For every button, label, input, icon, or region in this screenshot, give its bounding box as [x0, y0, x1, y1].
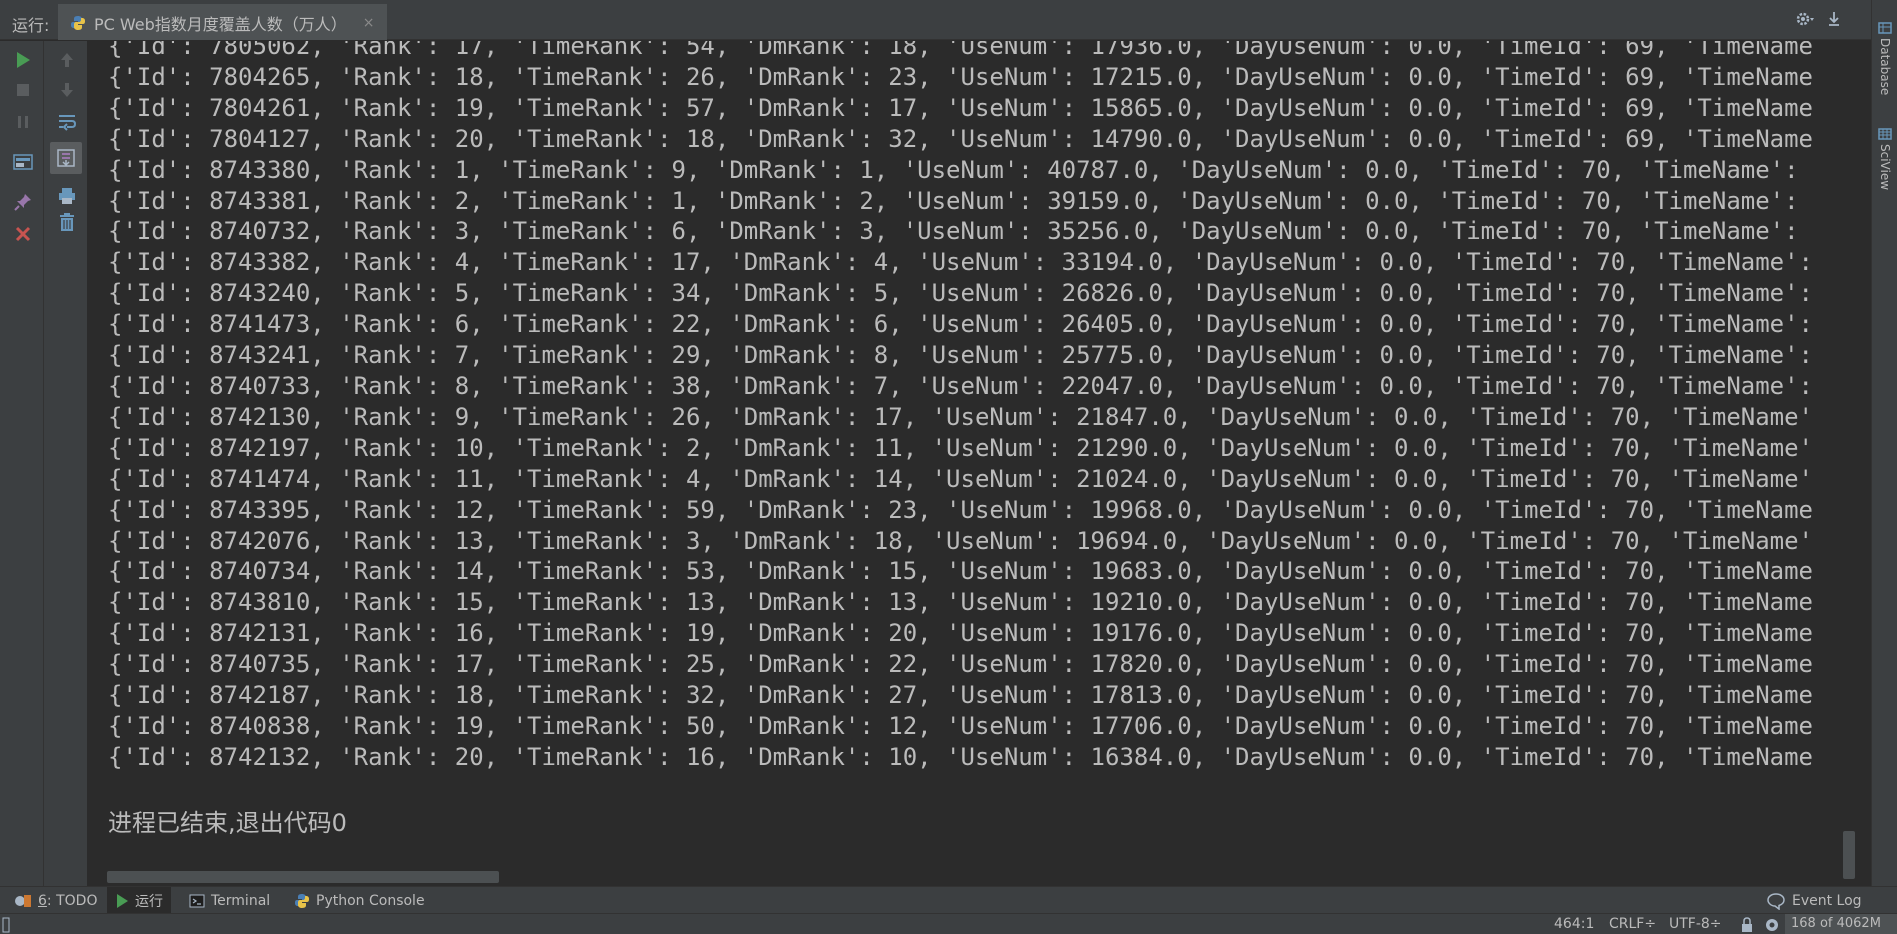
run-config-tab[interactable]: PC Web指数月度覆盖人数（万人） ×	[58, 4, 387, 40]
console-line: {'Id': 8742132, 'Rank': 20, 'TimeRank': …	[108, 742, 1814, 771]
console-line: {'Id': 8742130, 'Rank': 9, 'TimeRank': 2…	[108, 402, 1814, 431]
console-line: {'Id': 8742131, 'Rank': 16, 'TimeRank': …	[108, 619, 1814, 648]
pin-tab-button[interactable]	[12, 191, 34, 213]
console-line: {'Id': 7804127, 'Rank': 20, 'TimeRank': …	[108, 124, 1814, 153]
caret-position[interactable]: 464:1	[1554, 916, 1594, 932]
console-line: {'Id': 8740732, 'Rank': 3, 'TimeRank': 6…	[108, 217, 1799, 246]
console-line: {'Id': 8743381, 'Rank': 2, 'TimeRank': 1…	[108, 186, 1799, 215]
console-line: {'Id': 8743810, 'Rank': 15, 'TimeRank': …	[108, 588, 1814, 617]
todo-tab[interactable]: 6: TODO	[6, 887, 105, 914]
trash-icon	[60, 213, 74, 231]
pin-icon	[14, 194, 31, 211]
horizontal-scrollbar[interactable]	[107, 871, 499, 883]
line-separator[interactable]: CRLF÷	[1609, 916, 1656, 932]
tool-window-bar: 6: TODO 运行 Terminal Python Console Event…	[0, 886, 1897, 914]
console-line: {'Id': 8743240, 'Rank': 5, 'TimeRank': 3…	[108, 279, 1814, 308]
console-line: {'Id': 8740735, 'Rank': 17, 'TimeRank': …	[108, 650, 1814, 679]
print-button[interactable]	[56, 185, 78, 207]
event-log-tab-label: Event Log	[1792, 892, 1862, 909]
console-line: {'Id': 8740838, 'Rank': 19, 'TimeRank': …	[108, 711, 1814, 740]
console-line: {'Id': 8741474, 'Rank': 11, 'TimeRank': …	[108, 464, 1814, 493]
run-toolbar-secondary	[44, 41, 88, 886]
right-tool-strip: Database SciView	[1871, 0, 1897, 888]
scroll-up-button[interactable]	[56, 49, 78, 71]
console-line: {'Id': 8742197, 'Rank': 10, 'TimeRank': …	[108, 433, 1814, 462]
pause-button[interactable]	[12, 111, 34, 133]
soft-wrap-button[interactable]	[56, 111, 78, 133]
python-icon	[71, 16, 85, 30]
arrow-down-icon	[61, 83, 73, 97]
scroll-to-end-icon	[57, 149, 75, 167]
restore-layout-button[interactable]	[12, 151, 34, 173]
console-line: {'Id': 7804265, 'Rank': 18, 'TimeRank': …	[108, 62, 1814, 91]
sciview-icon	[1878, 128, 1892, 140]
console-line: {'Id': 8740734, 'Rank': 14, 'TimeRank': …	[108, 557, 1814, 586]
vertical-scrollbar[interactable]	[1843, 831, 1855, 879]
print-icon	[59, 188, 75, 204]
console-output[interactable]: {'Id': 7805062, 'Rank': 17, 'TimeRank': …	[89, 41, 1857, 886]
stop-button[interactable]	[12, 79, 34, 101]
pause-icon	[18, 116, 28, 128]
run-tool-header: 运行: PC Web指数月度覆盖人数（万人） ×	[0, 0, 1897, 40]
stop-icon	[17, 84, 29, 96]
terminal-tab[interactable]: Terminal	[181, 887, 278, 914]
scroll-down-button[interactable]	[56, 79, 78, 101]
run-tab-label: 运行	[135, 893, 163, 910]
python-console-tab-label: Python Console	[316, 892, 425, 909]
memory-indicator[interactable]: 168 of 4062M	[1785, 914, 1897, 934]
play-icon	[17, 52, 30, 68]
console-line: {'Id': 8740733, 'Rank': 8, 'TimeRank': 3…	[108, 371, 1814, 400]
lock-icon[interactable]	[1740, 917, 1754, 933]
todo-number: 6	[38, 892, 47, 909]
hide-panel-icon[interactable]	[1827, 10, 1841, 28]
console-line: {'Id': 8743382, 'Rank': 4, 'TimeRank': 1…	[108, 248, 1814, 277]
run-tab[interactable]: 运行	[107, 887, 171, 914]
run-label: 运行:	[12, 16, 50, 35]
todo-icon	[15, 894, 31, 907]
database-icon	[1878, 22, 1892, 34]
clear-all-button[interactable]	[56, 211, 78, 233]
console-line: {'Id': 8743241, 'Rank': 7, 'TimeRank': 2…	[108, 341, 1814, 370]
run-toolbar-primary	[0, 41, 44, 886]
console-line: {'Id': 8743380, 'Rank': 1, 'TimeRank': 9…	[108, 155, 1799, 184]
console-line: {'Id': 7805062, 'Rank': 17, 'TimeRank': …	[108, 41, 1814, 60]
exit-message: 进程已结束,退出代码0	[108, 809, 347, 837]
python-console-icon	[295, 893, 309, 908]
run-config-title: PC Web指数月度覆盖人数（万人）	[94, 15, 347, 34]
database-tool-button[interactable]: Database	[1878, 38, 1892, 95]
close-run-button[interactable]	[12, 223, 34, 245]
gear-icon[interactable]	[1795, 10, 1815, 28]
event-log-icon	[1767, 892, 1785, 910]
terminal-tab-label: Terminal	[211, 892, 271, 909]
status-indicator-icon	[2, 917, 10, 933]
arrow-up-icon	[61, 53, 73, 67]
layout-icon	[13, 154, 33, 170]
console-line: {'Id': 8742076, 'Rank': 13, 'TimeRank': …	[108, 526, 1814, 555]
header-actions	[1795, 10, 1841, 28]
console-line: {'Id': 7804261, 'Rank': 19, 'TimeRank': …	[108, 93, 1814, 122]
soft-wrap-icon	[59, 115, 77, 131]
close-icon	[15, 226, 31, 242]
tab-close-icon[interactable]: ×	[363, 15, 375, 31]
run-icon	[117, 893, 128, 908]
event-log-tab[interactable]: Event Log	[1758, 887, 1870, 914]
inspector-icon[interactable]	[1764, 917, 1780, 933]
status-bar: 464:1 CRLF÷ UTF-8÷ 168 of 4062M	[0, 913, 1897, 934]
sciview-tool-button[interactable]: SciView	[1878, 144, 1892, 190]
terminal-icon	[189, 894, 205, 907]
console-lines: {'Id': 7805062, 'Rank': 17, 'TimeRank': …	[108, 41, 1813, 773]
rerun-button[interactable]	[12, 49, 34, 71]
scroll-to-end-button[interactable]	[50, 142, 82, 174]
console-line: {'Id': 8743395, 'Rank': 12, 'TimeRank': …	[108, 495, 1814, 524]
console-line: {'Id': 8741473, 'Rank': 6, 'TimeRank': 2…	[108, 310, 1814, 339]
file-encoding[interactable]: UTF-8÷	[1669, 916, 1722, 932]
python-console-tab[interactable]: Python Console	[286, 887, 433, 914]
todo-label: : TODO	[46, 892, 98, 909]
console-line: {'Id': 8742187, 'Rank': 18, 'TimeRank': …	[108, 681, 1814, 710]
